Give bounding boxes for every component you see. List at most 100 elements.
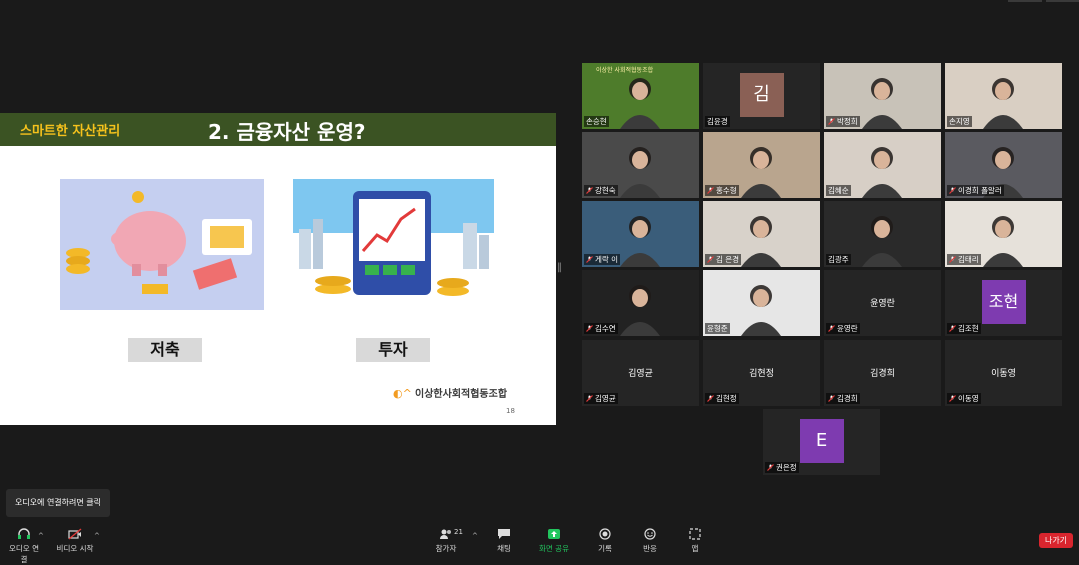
apps-button[interactable]: 앱 — [688, 528, 702, 554]
muted-mic-icon — [949, 325, 956, 332]
participant-name-label: 게락 이 — [584, 254, 621, 265]
muted-mic-icon — [767, 464, 774, 471]
participant-tile[interactable]: 김현정 김현정 — [703, 340, 820, 406]
participant-name: 윤형준 — [707, 324, 728, 333]
participants-count: 21 — [454, 528, 463, 536]
chat-label: 채팅 — [497, 544, 511, 553]
window-controls — [1008, 0, 1079, 2]
share-screen-button[interactable]: 화면 공유 — [537, 528, 571, 554]
participant-tile[interactable]: 강현숙 — [582, 132, 699, 198]
participant-tile[interactable]: 김영균 김영균 — [582, 340, 699, 406]
participant-tile[interactable]: 김광주 — [824, 201, 941, 267]
participant-tile[interactable]: 윤형준 — [703, 270, 820, 336]
participant-name: 강현숙 — [595, 186, 616, 195]
muted-mic-icon — [949, 256, 956, 263]
participant-tile[interactable]: 홍수형 — [703, 132, 820, 198]
audio-tooltip: 오디오에 연결하려면 클릭 — [6, 489, 110, 517]
participant-name-label: 김영균 — [584, 393, 618, 404]
participant-name-label: 이경희 폴알러 — [947, 185, 1004, 196]
muted-mic-icon — [586, 187, 593, 194]
participant-tile[interactable]: 이동영 이동영 — [945, 340, 1062, 406]
participant-name-label: 김혜순 — [826, 185, 851, 196]
participant-tile[interactable]: 김수연 — [582, 270, 699, 336]
participant-name: 김현정 — [716, 394, 737, 403]
muted-mic-icon — [707, 395, 714, 402]
participant-name-label: 김조현 — [947, 323, 981, 334]
participant-tile[interactable]: 윤영란 윤영란 — [824, 270, 941, 336]
participant-center-name: 김현정 — [749, 369, 774, 379]
participant-name: 김 은경 — [716, 255, 740, 264]
participant-tile[interactable]: 김 김윤경 — [703, 63, 820, 129]
participant-name: 손지영 — [949, 117, 970, 126]
muted-mic-icon — [586, 256, 593, 263]
chat-icon — [498, 529, 510, 539]
audio-options-caret[interactable]: ^ — [38, 532, 44, 540]
participant-name: 김광주 — [828, 255, 849, 264]
start-video-label: 비디오 시작 — [56, 544, 94, 553]
apps-label: 앱 — [691, 544, 699, 553]
participant-name: 김영균 — [595, 394, 616, 403]
participant-avatar: 조현 — [981, 280, 1026, 324]
participant-tile[interactable]: 이경희 폴알러 — [945, 132, 1062, 198]
leave-button[interactable]: 나가기 — [1039, 533, 1073, 548]
shared-screen: 스마트한 자산관리 2. 금융자산 운영? 저축 투자 ◐^ 이상한사회적협동조… — [0, 113, 556, 425]
participant-tile[interactable]: E 권은정 — [763, 409, 880, 475]
reaction-smile-icon — [644, 528, 656, 540]
participant-name-label: 이동영 — [947, 393, 981, 404]
reactions-button[interactable]: 반응 — [640, 528, 660, 554]
participant-name: 김조현 — [958, 324, 979, 333]
participant-name-label: 윤영란 — [826, 323, 860, 334]
participant-tile[interactable]: 손지영 — [945, 63, 1062, 129]
participant-name-label: 김태리 — [947, 254, 981, 265]
participant-name: 이경희 폴알러 — [958, 186, 1002, 195]
participant-name-label: 김경희 — [826, 393, 860, 404]
record-label: 기록 — [598, 544, 612, 553]
participant-name: 김태리 — [958, 255, 979, 264]
muted-mic-icon — [949, 187, 956, 194]
chat-button[interactable]: 채팅 — [494, 528, 514, 554]
participant-name: 게락 이 — [595, 255, 619, 264]
join-audio-label: 오디오 연결 — [9, 544, 39, 564]
video-options-caret[interactable]: ^ — [94, 532, 100, 540]
participant-tile[interactable]: 이상한 사회적협동조합 손승현 — [582, 63, 699, 129]
window-bar-2 — [1046, 0, 1079, 2]
participant-name: 권은정 — [776, 463, 797, 472]
participants-label: 참가자 — [435, 544, 457, 553]
muted-mic-icon — [586, 395, 593, 402]
org-logo: ◐^ 이상한사회적협동조합 — [393, 385, 507, 400]
muted-mic-icon — [949, 395, 956, 402]
participants-options-caret[interactable]: ^ — [472, 532, 478, 540]
muted-mic-icon — [828, 325, 835, 332]
muted-mic-icon — [707, 256, 714, 263]
record-icon — [599, 528, 611, 540]
share-screen-label: 화면 공유 — [539, 544, 569, 553]
participant-name-label: 김수연 — [584, 323, 618, 334]
join-audio-button[interactable]: 오디오 연결 — [6, 528, 42, 565]
participant-name: 김혜순 — [828, 186, 849, 195]
participant-name-label: 강현숙 — [584, 185, 618, 196]
participant-name-label: 김 은경 — [705, 254, 742, 265]
share-screen-icon — [548, 529, 560, 539]
participant-name-label: 홍수형 — [705, 185, 739, 196]
participant-tile[interactable]: 조현 김조현 — [945, 270, 1062, 336]
record-button[interactable]: 기록 — [595, 528, 615, 554]
split-handle[interactable]: ‖ — [557, 262, 562, 276]
participant-tile[interactable]: 김혜순 — [824, 132, 941, 198]
participant-tile[interactable]: 김경희 김경희 — [824, 340, 941, 406]
participant-tile[interactable]: 김태리 — [945, 201, 1062, 267]
participant-name: 이동영 — [958, 394, 979, 403]
participant-banner: 이상한 사회적협동조합 — [596, 67, 654, 74]
participant-name: 홍수형 — [716, 186, 737, 195]
participant-tile[interactable]: 김 은경 — [703, 201, 820, 267]
muted-mic-icon — [707, 187, 714, 194]
participant-tile[interactable]: 게락 이 — [582, 201, 699, 267]
participants-icon — [440, 529, 451, 539]
participant-tile[interactable]: 박정희 — [824, 63, 941, 129]
slide-tag: 스마트한 자산관리 — [20, 124, 121, 139]
participant-name: 김윤경 — [707, 117, 728, 126]
label-investment: 투자 — [356, 338, 430, 362]
participant-name: 김경희 — [837, 394, 858, 403]
window-bar-1 — [1008, 0, 1042, 2]
start-video-button[interactable]: 비디오 시작 — [55, 528, 95, 554]
headphones-icon — [18, 528, 30, 539]
